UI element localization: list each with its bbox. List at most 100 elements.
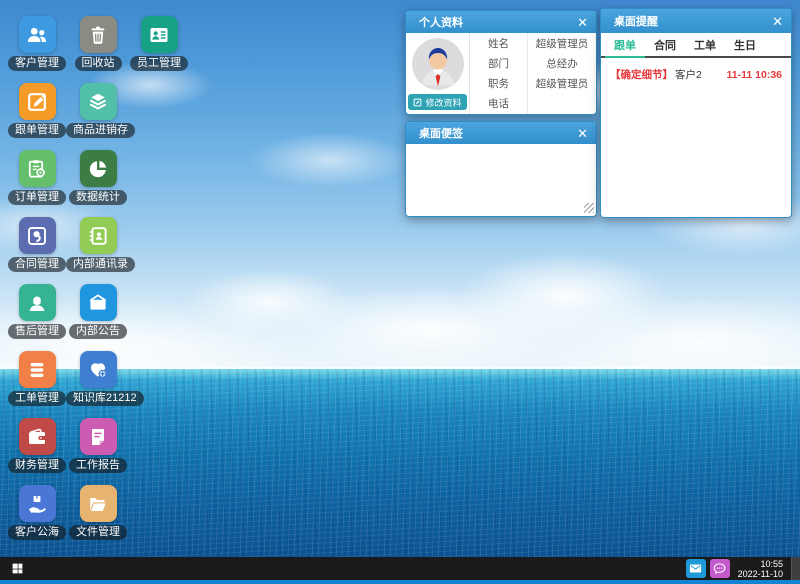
chat-icon <box>712 561 727 576</box>
desktop-icon-box[interactable] <box>19 83 56 120</box>
finance-icon <box>25 425 49 449</box>
desktop-icon-label: 数据统计 <box>69 190 127 205</box>
profile-field-label: 电话 <box>470 94 528 114</box>
profile-panel-title: 个人资料 <box>419 14 463 30</box>
desktop-icon-finance[interactable]: 财务管理 <box>5 418 69 473</box>
windows-logo-icon <box>11 562 24 575</box>
reminder-tab-contract[interactable]: 合同 <box>645 33 685 58</box>
profile-fields-table: 姓名 超级管理员 部门 总经办 职务 超级管理员 电话 <box>469 33 596 114</box>
desktop-icon-label: 内部通讯录 <box>66 257 135 272</box>
desktop-icon-announcement[interactable]: 内部公告 <box>66 284 130 339</box>
desktop-icon-box[interactable] <box>80 16 117 53</box>
desktop-icon-label: 知识库21212 <box>66 391 144 406</box>
desktop-icon-box[interactable] <box>19 217 56 254</box>
desktop-icon-box[interactable] <box>19 16 56 53</box>
avatar <box>412 38 464 90</box>
taskbar-time: 10:55 <box>738 559 783 569</box>
desktop-icon-box[interactable] <box>80 83 117 120</box>
contract-icon <box>25 224 49 248</box>
desktop-icon-box[interactable] <box>80 284 117 321</box>
profile-field-label: 姓名 <box>470 33 528 53</box>
desktop-icon-box[interactable] <box>80 351 117 388</box>
desktop-icon-box[interactable] <box>19 485 56 522</box>
taskbar-date: 2022-11-10 <box>738 569 783 579</box>
reminder-list: 【确定细节】 客户2 11-11 10:36 <box>601 58 791 82</box>
desktop-icon-orders[interactable]: 订单管理 <box>5 150 69 205</box>
reminder-panel: 桌面提醒 ✕ 跟单合同工单生日 【确定细节】 客户2 11-11 10:36 <box>600 8 792 218</box>
desktop-icon-label: 财务管理 <box>8 458 66 473</box>
report-icon <box>86 425 110 449</box>
notes-panel-title: 桌面便签 <box>419 125 463 141</box>
reminder-item-time: 11-11 10:36 <box>727 69 782 81</box>
desktop-icon-label: 工作报告 <box>69 458 127 473</box>
desktop-icon-label: 客户公海 <box>8 525 66 540</box>
desktop-icon-label: 合同管理 <box>8 257 66 272</box>
desktop-icon-public-pool[interactable]: 客户公海 <box>5 485 69 540</box>
profile-field-value: 超级管理员 <box>528 74 596 94</box>
taskbar-accent-strip <box>0 580 800 584</box>
desktop-icon-statistics[interactable]: 数据统计 <box>66 150 130 205</box>
reminder-panel-titlebar[interactable]: 桌面提醒 ✕ <box>601 9 791 33</box>
orders-icon <box>25 157 49 181</box>
reminder-tabs: 跟单合同工单生日 <box>601 33 791 58</box>
profile-field-label: 职务 <box>470 74 528 94</box>
knowledge-icon <box>86 358 110 382</box>
desktop-icon-box[interactable] <box>19 150 56 187</box>
close-icon[interactable]: ✕ <box>577 127 588 140</box>
desktop-icon-contacts[interactable]: 内部通讯录 <box>66 217 130 272</box>
desktop-icon-label: 商品进销存 <box>66 123 135 138</box>
reminder-item[interactable]: 【确定细节】 客户2 11-11 10:36 <box>601 58 791 82</box>
reminder-tab-work-order[interactable]: 工单 <box>685 33 725 58</box>
show-desktop-button[interactable] <box>791 557 800 580</box>
desktop-icon-files[interactable]: 文件管理 <box>66 485 130 540</box>
desktop-icon-inventory[interactable]: 商品进销存 <box>66 83 130 138</box>
close-icon[interactable]: ✕ <box>577 16 588 29</box>
edit-icon <box>413 98 422 107</box>
desktop-icon-knowledge[interactable]: 知识库21212 <box>66 351 130 406</box>
announcement-icon <box>86 291 110 315</box>
inventory-icon <box>86 90 110 114</box>
close-icon[interactable]: ✕ <box>772 15 783 28</box>
desktop-icon-follow-up[interactable]: 跟单管理 <box>5 83 69 138</box>
profile-panel-titlebar[interactable]: 个人资料 ✕ <box>406 11 596 33</box>
desktop-icon-label: 售后管理 <box>8 324 66 339</box>
taskbar-clock[interactable]: 10:55 2022-11-10 <box>734 559 787 579</box>
desktop-icon-label: 员工管理 <box>130 56 188 71</box>
desktop-icon-customers[interactable]: 客户管理 <box>5 16 69 71</box>
desktop-icon-report[interactable]: 工作报告 <box>66 418 130 473</box>
chat-tray-button[interactable] <box>710 559 730 578</box>
desktop-icon-box[interactable] <box>80 150 117 187</box>
reminder-panel-title: 桌面提醒 <box>614 13 658 29</box>
notes-panel: 桌面便签 ✕ <box>405 121 597 217</box>
recycle-bin-icon <box>86 23 110 47</box>
notes-panel-titlebar[interactable]: 桌面便签 ✕ <box>406 122 596 144</box>
desktop-icon-contract[interactable]: 合同管理 <box>5 217 69 272</box>
desktop-icon-box[interactable] <box>19 418 56 455</box>
desktop-icon-label: 回收站 <box>75 56 122 71</box>
desktop-icon-box[interactable] <box>141 16 178 53</box>
desktop-icon-employee[interactable]: 员工管理 <box>127 16 191 71</box>
desktop-icon-work-order[interactable]: 工单管理 <box>5 351 69 406</box>
desktop-icon-label: 订单管理 <box>8 190 66 205</box>
start-button[interactable] <box>0 557 34 580</box>
resize-grip-icon[interactable] <box>584 203 594 213</box>
desktop-icon-label: 内部公告 <box>69 324 127 339</box>
desktop-icon-recycle-bin[interactable]: 回收站 <box>66 16 130 71</box>
desktop-icon-box[interactable] <box>80 485 117 522</box>
edit-profile-button[interactable]: 修改资料 <box>408 94 466 110</box>
profile-panel: 个人资料 ✕ 修改资料 姓名 超级管理员 部门 <box>405 10 597 115</box>
reminder-tab-follow-up[interactable]: 跟单 <box>605 33 645 58</box>
desktop-icon-label: 文件管理 <box>69 525 127 540</box>
desktop-icon-box[interactable] <box>19 284 56 321</box>
profile-field-value: 总经办 <box>528 53 596 73</box>
desktop-icon-box[interactable] <box>19 351 56 388</box>
desktop-icon-label: 客户管理 <box>8 56 66 71</box>
mail-icon <box>688 561 703 576</box>
desktop-icon-box[interactable] <box>80 418 117 455</box>
desktop-icon-box[interactable] <box>80 217 117 254</box>
profile-field-value: 超级管理员 <box>528 33 596 53</box>
reminder-tab-birthday[interactable]: 生日 <box>725 33 765 58</box>
notes-textarea[interactable] <box>406 144 596 215</box>
mail-tray-button[interactable] <box>686 559 706 578</box>
desktop-icon-after-sales[interactable]: 售后管理 <box>5 284 69 339</box>
